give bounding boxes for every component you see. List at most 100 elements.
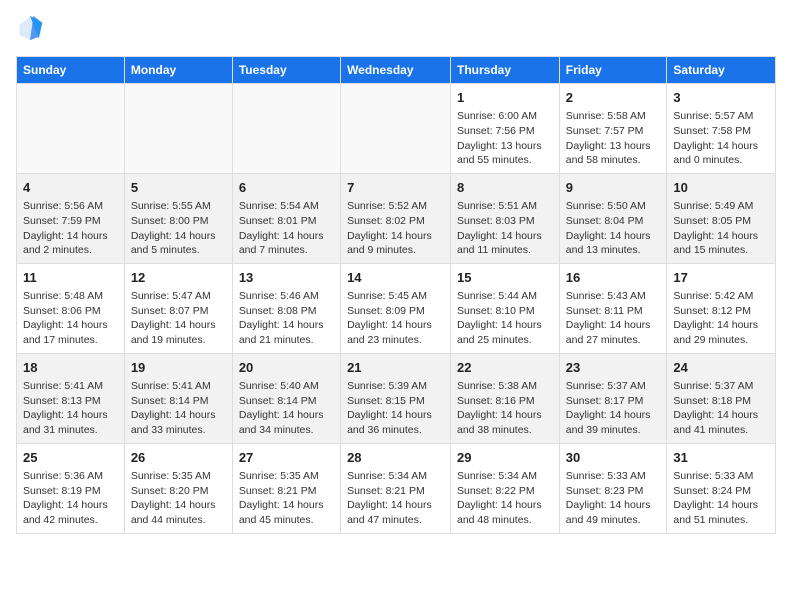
col-thursday: Thursday	[451, 57, 560, 84]
day-number: 8	[457, 179, 553, 197]
logo	[16, 16, 46, 44]
day-info-line: Sunset: 8:08 PM	[239, 304, 334, 319]
day-info-line: Sunrise: 5:46 AM	[239, 289, 334, 304]
calendar-day-cell: 16Sunrise: 5:43 AMSunset: 8:11 PMDayligh…	[559, 263, 667, 353]
day-info-line: Sunset: 8:07 PM	[131, 304, 226, 319]
day-info-line: Sunrise: 5:54 AM	[239, 199, 334, 214]
day-info-line: Sunrise: 5:40 AM	[239, 379, 334, 394]
day-info-line: Sunrise: 5:41 AM	[131, 379, 226, 394]
day-info-line: and 9 minutes.	[347, 243, 444, 258]
day-info-line: Daylight: 14 hours	[566, 229, 661, 244]
day-info-line: Daylight: 14 hours	[673, 139, 769, 154]
day-info-line: and 31 minutes.	[23, 423, 118, 438]
day-info-line: Sunset: 8:03 PM	[457, 214, 553, 229]
day-info-line: Sunset: 8:02 PM	[347, 214, 444, 229]
day-info-line: Sunrise: 5:42 AM	[673, 289, 769, 304]
day-info-line: Daylight: 14 hours	[457, 318, 553, 333]
day-number: 10	[673, 179, 769, 197]
day-info-line: Sunset: 8:17 PM	[566, 394, 661, 409]
day-info-line: and 33 minutes.	[131, 423, 226, 438]
day-info-line: Sunrise: 5:41 AM	[23, 379, 118, 394]
day-info-line: Daylight: 14 hours	[457, 408, 553, 423]
day-info-line: Sunrise: 5:34 AM	[457, 469, 553, 484]
day-info-line: Sunrise: 5:52 AM	[347, 199, 444, 214]
day-info-line: Daylight: 14 hours	[566, 498, 661, 513]
calendar-day-cell	[341, 84, 451, 174]
day-info-line: Sunset: 8:19 PM	[23, 484, 118, 499]
calendar-day-cell: 12Sunrise: 5:47 AMSunset: 8:07 PMDayligh…	[124, 263, 232, 353]
day-info-line: and 17 minutes.	[23, 333, 118, 348]
day-info-line: Sunset: 8:04 PM	[566, 214, 661, 229]
day-info-line: and 0 minutes.	[673, 153, 769, 168]
calendar-day-cell: 19Sunrise: 5:41 AMSunset: 8:14 PMDayligh…	[124, 353, 232, 443]
day-number: 30	[566, 449, 661, 467]
day-info-line: Sunset: 8:09 PM	[347, 304, 444, 319]
day-number: 5	[131, 179, 226, 197]
day-info-line: and 11 minutes.	[457, 243, 553, 258]
day-info-line: Daylight: 14 hours	[566, 408, 661, 423]
day-number: 18	[23, 359, 118, 377]
day-info-line: Sunrise: 5:50 AM	[566, 199, 661, 214]
day-info-line: and 13 minutes.	[566, 243, 661, 258]
day-info-line: Sunset: 8:13 PM	[23, 394, 118, 409]
day-info-line: Sunset: 8:18 PM	[673, 394, 769, 409]
day-info-line: Daylight: 14 hours	[239, 229, 334, 244]
calendar-day-cell: 13Sunrise: 5:46 AMSunset: 8:08 PMDayligh…	[232, 263, 340, 353]
day-info-line: Sunset: 8:14 PM	[239, 394, 334, 409]
day-info-line: Daylight: 14 hours	[347, 229, 444, 244]
calendar-day-cell: 14Sunrise: 5:45 AMSunset: 8:09 PMDayligh…	[341, 263, 451, 353]
calendar-day-cell: 8Sunrise: 5:51 AMSunset: 8:03 PMDaylight…	[451, 173, 560, 263]
day-info-line: Sunrise: 5:33 AM	[566, 469, 661, 484]
day-info-line: Daylight: 14 hours	[673, 229, 769, 244]
day-number: 17	[673, 269, 769, 287]
day-number: 6	[239, 179, 334, 197]
col-tuesday: Tuesday	[232, 57, 340, 84]
calendar-week-row: 1Sunrise: 6:00 AMSunset: 7:56 PMDaylight…	[17, 84, 776, 174]
calendar-day-cell	[17, 84, 125, 174]
day-info-line: Sunset: 7:59 PM	[23, 214, 118, 229]
day-info-line: Sunrise: 5:35 AM	[131, 469, 226, 484]
day-info-line: Sunset: 8:21 PM	[239, 484, 334, 499]
day-number: 25	[23, 449, 118, 467]
calendar-week-row: 11Sunrise: 5:48 AMSunset: 8:06 PMDayligh…	[17, 263, 776, 353]
calendar-day-cell: 7Sunrise: 5:52 AMSunset: 8:02 PMDaylight…	[341, 173, 451, 263]
calendar-day-cell: 28Sunrise: 5:34 AMSunset: 8:21 PMDayligh…	[341, 443, 451, 533]
logo-icon	[16, 14, 44, 42]
calendar-day-cell: 21Sunrise: 5:39 AMSunset: 8:15 PMDayligh…	[341, 353, 451, 443]
day-info-line: Sunset: 7:58 PM	[673, 124, 769, 139]
day-info-line: Sunrise: 5:56 AM	[23, 199, 118, 214]
day-info-line: Daylight: 14 hours	[131, 318, 226, 333]
day-info-line: Daylight: 14 hours	[673, 408, 769, 423]
calendar-day-cell: 11Sunrise: 5:48 AMSunset: 8:06 PMDayligh…	[17, 263, 125, 353]
col-wednesday: Wednesday	[341, 57, 451, 84]
day-info-line: and 58 minutes.	[566, 153, 661, 168]
calendar-day-cell: 22Sunrise: 5:38 AMSunset: 8:16 PMDayligh…	[451, 353, 560, 443]
day-number: 22	[457, 359, 553, 377]
day-info-line: Sunset: 7:57 PM	[566, 124, 661, 139]
day-info-line: Sunset: 8:10 PM	[457, 304, 553, 319]
calendar-week-row: 4Sunrise: 5:56 AMSunset: 7:59 PMDaylight…	[17, 173, 776, 263]
day-info-line: and 42 minutes.	[23, 513, 118, 528]
day-info-line: Sunset: 8:23 PM	[566, 484, 661, 499]
day-info-line: Sunset: 8:15 PM	[347, 394, 444, 409]
day-info-line: Sunset: 8:00 PM	[131, 214, 226, 229]
day-info-line: and 39 minutes.	[566, 423, 661, 438]
day-info-line: Sunset: 8:24 PM	[673, 484, 769, 499]
calendar-day-cell: 25Sunrise: 5:36 AMSunset: 8:19 PMDayligh…	[17, 443, 125, 533]
day-info-line: and 19 minutes.	[131, 333, 226, 348]
day-info-line: Sunrise: 5:35 AM	[239, 469, 334, 484]
day-info-line: and 36 minutes.	[347, 423, 444, 438]
day-number: 23	[566, 359, 661, 377]
day-info-line: Sunrise: 5:36 AM	[23, 469, 118, 484]
day-info-line: Sunset: 8:22 PM	[457, 484, 553, 499]
day-info-line: and 2 minutes.	[23, 243, 118, 258]
day-info-line: Daylight: 14 hours	[347, 498, 444, 513]
day-info-line: and 25 minutes.	[457, 333, 553, 348]
day-info-line: and 23 minutes.	[347, 333, 444, 348]
calendar-day-cell: 31Sunrise: 5:33 AMSunset: 8:24 PMDayligh…	[667, 443, 776, 533]
day-info-line: Sunset: 8:12 PM	[673, 304, 769, 319]
day-info-line: Sunrise: 5:57 AM	[673, 109, 769, 124]
day-info-line: and 21 minutes.	[239, 333, 334, 348]
day-number: 13	[239, 269, 334, 287]
day-number: 16	[566, 269, 661, 287]
